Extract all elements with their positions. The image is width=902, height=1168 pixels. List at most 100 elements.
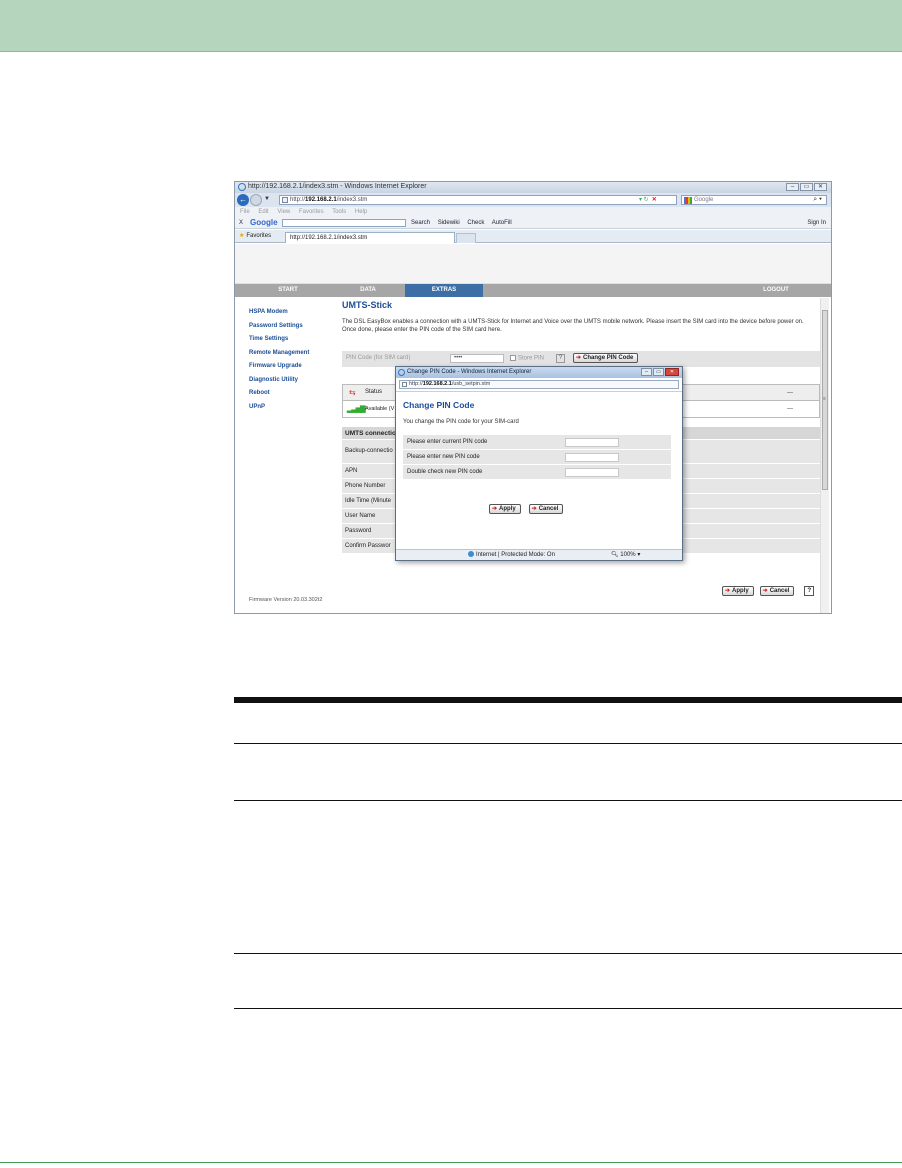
arrow-right-icon: ➔ [492, 506, 498, 512]
menu-edit[interactable]: Edit [258, 209, 268, 215]
toolbar-check-button[interactable]: Check [467, 220, 484, 226]
popup-cancel-button[interactable]: ➔ Cancel [528, 504, 564, 514]
forward-arrow-icon[interactable] [250, 194, 262, 206]
page-scrollbar[interactable]: ≡ [820, 298, 829, 613]
search-input[interactable]: Google ⌕ ▾ [681, 195, 827, 205]
close-icon[interactable]: ✕ [814, 183, 827, 191]
toolbar-search-button[interactable]: Search [411, 220, 430, 226]
popup-cancel-label: Cancel [538, 506, 559, 512]
sidebar-item-firmware-upgrade[interactable]: Firmware Upgrade [249, 360, 309, 374]
toolbar-autofill-button[interactable]: AutoFill [492, 220, 512, 226]
new-tab-button[interactable] [456, 233, 476, 243]
url-path: /index3.stm [336, 197, 368, 203]
menu-help[interactable]: Help [355, 209, 367, 215]
zoom-control[interactable]: 🔍︎ 100% ▾ [611, 550, 640, 561]
router-banner [235, 244, 831, 284]
nav-start[interactable]: START [263, 284, 313, 297]
zone-status-text: Internet | Protected Mode: On [476, 552, 555, 558]
sidebar-item-hspa-modem[interactable]: HSPA Modem [249, 306, 309, 320]
pin-row: PIN Code (for SIM card) •••• Store PIN ?… [342, 351, 820, 367]
popup-url-path: /usb_setpin.stm [451, 381, 491, 387]
refresh-stop-controls[interactable]: ▾ ↻ ✕ [639, 196, 657, 203]
confirm-pin-row: Double check new PIN code [403, 465, 671, 480]
table-rule [234, 800, 902, 801]
sidebar-item-time-settings[interactable]: Time Settings [249, 333, 309, 347]
zone-status: Internet | Protected Mode: On [468, 550, 555, 561]
router-sidebar: HSPA Modem Password Settings Time Settin… [249, 306, 309, 414]
address-bar-row: ← ▼ http://192.168.2.1/index3.stm ▾ ↻ ✕ G… [235, 193, 831, 207]
help-icon[interactable]: ? [556, 354, 565, 363]
cancel-label: Cancel [769, 588, 790, 594]
menu-favorites[interactable]: Favorites [299, 209, 324, 215]
maximize-icon[interactable]: ▭ [653, 368, 664, 376]
menu-view[interactable]: View [277, 209, 290, 215]
store-pin-checkbox[interactable]: Store PIN [510, 355, 544, 362]
page-icon [282, 197, 288, 203]
menu-file[interactable]: File [240, 209, 250, 215]
nav-logout[interactable]: LOGOUT [751, 284, 801, 297]
favorites-button[interactable]: ★ Favorites [239, 230, 271, 243]
popup-apply-label: Apply [499, 506, 516, 512]
popup-url-prefix: http:// [409, 381, 423, 387]
popup-heading: Change PIN Code [403, 400, 475, 410]
search-icon[interactable]: ⌕ ▾ [813, 196, 822, 204]
stop-icon[interactable]: ✕ [652, 197, 657, 203]
close-icon[interactable]: ✕ [665, 368, 679, 376]
address-input[interactable]: http://192.168.2.1/index3.stm [279, 195, 677, 205]
current-pin-label: Please enter current PIN code [407, 439, 488, 445]
minimize-icon[interactable]: – [786, 183, 799, 191]
google-toolbar-search-input[interactable] [282, 219, 406, 227]
window-controls: – ▭ ✕ [786, 183, 827, 191]
router-main: UMTS-Stick The DSL EasyBox enables a con… [342, 300, 820, 596]
toolbar-tools: Search Sidewiki Check AutoFill [411, 217, 518, 229]
minimize-icon[interactable]: – [641, 368, 652, 376]
star-icon: ★ [239, 233, 245, 239]
current-pin-row: Please enter current PIN code [403, 435, 671, 450]
ie-logo-icon [398, 369, 405, 376]
nav-extras[interactable]: EXTRAS [405, 284, 483, 297]
back-arrow-icon[interactable]: ← [237, 194, 249, 206]
history-dropdown-icon[interactable]: ▼ [264, 196, 270, 202]
sidebar-item-diagnostic-utility[interactable]: Diagnostic Utility [249, 374, 309, 388]
new-pin-input[interactable] [565, 453, 619, 462]
google-icon [684, 197, 692, 204]
popup-title-bar: Change PIN Code - Windows Internet Explo… [396, 367, 682, 378]
status-dash: --- [787, 390, 793, 396]
browser-tab[interactable]: http://192.168.2.1/index3.stm [285, 232, 455, 243]
new-pin-row: Please enter new PIN code [403, 450, 671, 465]
sidebar-item-remote-management[interactable]: Remote Management [249, 347, 309, 361]
popup-description: You change the PIN code for your SIM-car… [403, 419, 519, 425]
scroll-grip-icon: ≡ [823, 396, 826, 402]
sign-in-button[interactable]: Sign In [807, 217, 826, 229]
router-nav: START DATA EXTRAS LOGOUT [235, 284, 831, 297]
current-pin-input[interactable] [565, 438, 619, 447]
sidebar-item-upnp[interactable]: UPnP [249, 401, 309, 415]
cancel-button[interactable]: ➔ Cancel [759, 586, 795, 596]
status-value: Available (V [365, 406, 395, 412]
apply-button[interactable]: ➔ Apply [722, 586, 754, 596]
pin-input[interactable]: •••• [450, 354, 504, 363]
change-pin-label: Change PIN Code [583, 355, 634, 361]
status-header-label: Status [365, 389, 383, 395]
page-description: The DSL EasyBox enables a connection wit… [342, 319, 804, 333]
page-icon [402, 382, 407, 387]
google-toolbar: X Google Search Sidewiki Check AutoFill … [235, 217, 831, 229]
sidebar-item-password-settings[interactable]: Password Settings [249, 320, 309, 334]
page-footer-line [0, 1162, 902, 1163]
toolbar-close-icon[interactable]: X [239, 217, 243, 229]
new-pin-label: Please enter new PIN code [407, 454, 480, 460]
toolbar-sidewiki-button[interactable]: Sidewiki [438, 220, 460, 226]
nav-data[interactable]: DATA [343, 284, 393, 297]
page-header-band [0, 0, 902, 52]
table-rule [234, 1008, 902, 1009]
arrow-right-icon: ➔ [725, 588, 731, 594]
sidebar-item-reboot[interactable]: Reboot [249, 387, 309, 401]
maximize-icon[interactable]: ▭ [800, 183, 813, 191]
google-logo: Google [250, 218, 278, 227]
apply-label: Apply [732, 588, 749, 594]
menu-tools[interactable]: Tools [332, 209, 346, 215]
confirm-pin-input[interactable] [565, 468, 619, 477]
popup-apply-button[interactable]: ➔ Apply [489, 504, 521, 514]
change-pin-button[interactable]: ➔ Change PIN Code [573, 353, 653, 364]
help-icon[interactable]: ? [804, 586, 815, 596]
